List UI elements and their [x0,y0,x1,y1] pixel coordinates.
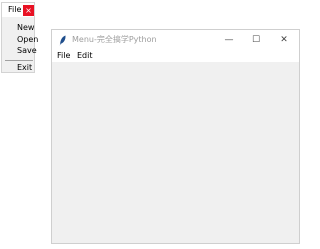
minimize-button[interactable]: — [215,30,243,50]
tearoff-titlebar: File × [2,3,34,17]
menu-item-open[interactable]: Open [17,35,38,45]
window-title: Menu-完全搞学Python [72,35,157,44]
menu-item-exit[interactable]: Exit [17,63,32,73]
menu-separator [5,60,33,61]
menubar: File Edit [52,50,299,62]
menubar-edit[interactable]: Edit [77,51,93,61]
close-button[interactable]: ✕ [270,30,298,50]
menu-item-new[interactable]: New [17,23,34,33]
tearoff-menu-window: File × New Open Save Exit [1,2,38,73]
feather-icon [59,35,66,46]
tearoff-title: File [8,5,22,14]
main-window: Menu-完全搞学Python — ☐ ✕ File Edit [51,29,300,244]
client-area [52,62,299,243]
window-titlebar[interactable]: Menu-完全搞学Python — ☐ ✕ [52,30,299,50]
tearoff-close-button[interactable]: × [23,5,34,16]
menubar-file[interactable]: File [57,51,70,61]
menu-item-save[interactable]: Save [17,46,37,56]
maximize-button[interactable]: ☐ [242,30,270,50]
